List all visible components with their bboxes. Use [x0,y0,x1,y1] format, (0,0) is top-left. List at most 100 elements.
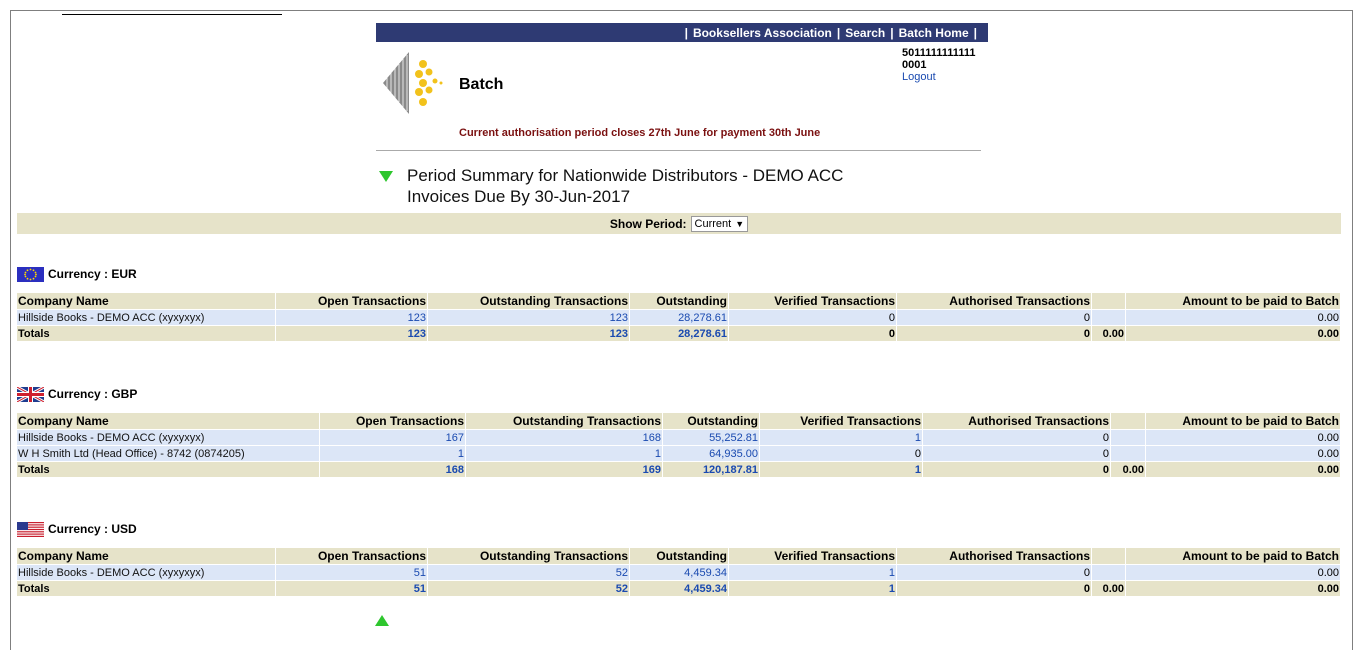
outstanding-transactions-link[interactable]: 52 [428,565,629,580]
authorisation-notice: Current authorisation period closes 27th… [459,127,821,139]
company-name-cell: Hillside Books - DEMO ACC (xyxyxyx) [17,430,319,445]
verified-transactions-cell: 0 [760,446,922,461]
total-open-transactions-link[interactable]: 51 [276,581,427,596]
back-to-top-arrow-icon[interactable] [375,615,389,626]
open-transactions-link[interactable]: 167 [320,430,465,445]
currency-section-gbp: Currency : GBP Company Name Open Transac… [17,386,1342,478]
period-selected-value: Current [694,217,732,230]
period-bar: Show Period: Current ▼ [17,213,1341,234]
total-amount-to-pay: 0.00 [1146,462,1340,477]
table-header-row: Company Name Open Transactions Outstandi… [17,413,1340,429]
nav-link-search[interactable]: Search [845,26,885,40]
total-outstanding-transactions-link[interactable]: 169 [466,462,662,477]
verified-transactions-link[interactable]: 1 [760,430,922,445]
transactions-table-eur: Company Name Open Transactions Outstandi… [16,292,1341,342]
col-open-transactions: Open Transactions [276,293,427,309]
nav-separator: | [973,25,977,40]
total-authorised-amount: 0.00 [1111,462,1145,477]
total-authorised-amount: 0.00 [1092,326,1125,341]
table-row: W H Smith Ltd (Head Office) - 8742 (0874… [17,446,1340,461]
outstanding-amount-link[interactable]: 64,935.00 [663,446,759,461]
account-number: 5011111111111 [902,47,976,59]
us-flag-icon [17,521,44,537]
nav-link-batch-home[interactable]: Batch Home [899,26,969,40]
total-outstanding-transactions-link[interactable]: 123 [428,326,629,341]
totals-row: Totals 51 52 4,459.34 1 0 0.00 0.00 [17,581,1340,596]
col-amount-to-pay: Amount to be paid to Batch [1146,413,1340,429]
nav-separator: | [890,25,894,40]
chevron-down-icon: ▼ [735,218,745,229]
authorised-transactions-cell: 0 [923,446,1110,461]
col-open-transactions: Open Transactions [320,413,465,429]
collapse-arrow-icon[interactable] [379,171,393,182]
nav-link-booksellers-association[interactable]: Booksellers Association [693,26,832,40]
col-authorised-transactions: Authorised Transactions [897,293,1091,309]
account-suffix: 0001 [902,59,927,71]
authorised-transactions-cell: 0 [923,430,1110,445]
col-outstanding-transactions: Outstanding Transactions [466,413,662,429]
amount-to-pay-cell: 0.00 [1126,565,1340,580]
total-outstanding-amount-link[interactable]: 4,459.34 [630,581,728,596]
col-authorised-transactions: Authorised Transactions [923,413,1110,429]
total-amount-to-pay: 0.00 [1126,326,1340,341]
nav-separator: | [836,25,841,40]
total-outstanding-transactions-link[interactable]: 52 [428,581,629,596]
period-select[interactable]: Current ▼ [690,215,749,232]
total-outstanding-amount-link[interactable]: 120,187.81 [663,462,759,477]
amount-to-pay-cell: 0.00 [1146,430,1340,445]
brand-title: Batch [459,76,504,93]
amount-to-pay-cell: 0.00 [1126,310,1340,325]
transactions-table-gbp: Company Name Open Transactions Outstandi… [16,412,1341,478]
currency-title: Currency : EUR [48,267,137,281]
company-name-cell: Hillside Books - DEMO ACC (xyxyxyx) [17,565,275,580]
col-company-name: Company Name [17,548,275,564]
summary-title-line1: Period Summary for Nationwide Distributo… [407,166,844,185]
total-verified-transactions-link[interactable]: 1 [729,581,896,596]
blank-cell [1111,446,1145,461]
uk-flag-icon [17,386,44,402]
outstanding-transactions-link[interactable]: 1 [466,446,662,461]
total-open-transactions-link[interactable]: 168 [320,462,465,477]
currency-title: Currency : USD [48,522,137,536]
open-transactions-link[interactable]: 1 [320,446,465,461]
col-outstanding: Outstanding [630,548,728,564]
divider [376,150,981,151]
table-header-row: Company Name Open Transactions Outstandi… [17,293,1340,309]
page-title: Period Summary for Nationwide Distributo… [407,165,843,207]
totals-row: Totals 123 123 28,278.61 0 0 0.00 0.00 [17,326,1340,341]
col-verified-transactions: Verified Transactions [729,293,896,309]
currency-title: Currency : GBP [48,387,138,401]
transactions-table-usd: Company Name Open Transactions Outstandi… [16,547,1341,597]
authorised-transactions-cell: 0 [897,565,1091,580]
col-blank [1092,548,1125,564]
summary-title-line2: Invoices Due By 30-Jun-2017 [407,187,631,206]
outstanding-transactions-link[interactable]: 123 [428,310,629,325]
col-outstanding: Outstanding [663,413,759,429]
open-transactions-link[interactable]: 51 [276,565,427,580]
col-amount-to-pay: Amount to be paid to Batch [1126,293,1340,309]
verified-transactions-link[interactable]: 1 [729,565,896,580]
total-verified-transactions: 0 [729,326,896,341]
outstanding-transactions-link[interactable]: 168 [466,430,662,445]
account-info: 5011111111111 0001 Logout [902,47,975,83]
totals-row: Totals 168 169 120,187.81 1 0 0.00 0.00 [17,462,1340,477]
eu-flag-icon [17,266,44,282]
col-outstanding-transactions: Outstanding Transactions [428,548,629,564]
outstanding-amount-link[interactable]: 4,459.34 [630,565,728,580]
total-outstanding-amount-link[interactable]: 28,278.61 [630,326,728,341]
blank-cell [1092,565,1125,580]
total-authorised-amount: 0.00 [1092,581,1125,596]
batch-logo-icon [383,52,443,114]
logout-link[interactable]: Logout [902,71,975,83]
col-open-transactions: Open Transactions [276,548,427,564]
total-authorised-transactions: 0 [897,581,1091,596]
outstanding-amount-link[interactable]: 55,252.81 [663,430,759,445]
outstanding-amount-link[interactable]: 28,278.61 [630,310,728,325]
table-row: Hillside Books - DEMO ACC (xyxyxyx) 123 … [17,310,1340,325]
col-verified-transactions: Verified Transactions [729,548,896,564]
authorised-transactions-cell: 0 [897,310,1091,325]
total-verified-transactions-link[interactable]: 1 [760,462,922,477]
amount-to-pay-cell: 0.00 [1146,446,1340,461]
total-open-transactions-link[interactable]: 123 [276,326,427,341]
open-transactions-link[interactable]: 123 [276,310,427,325]
